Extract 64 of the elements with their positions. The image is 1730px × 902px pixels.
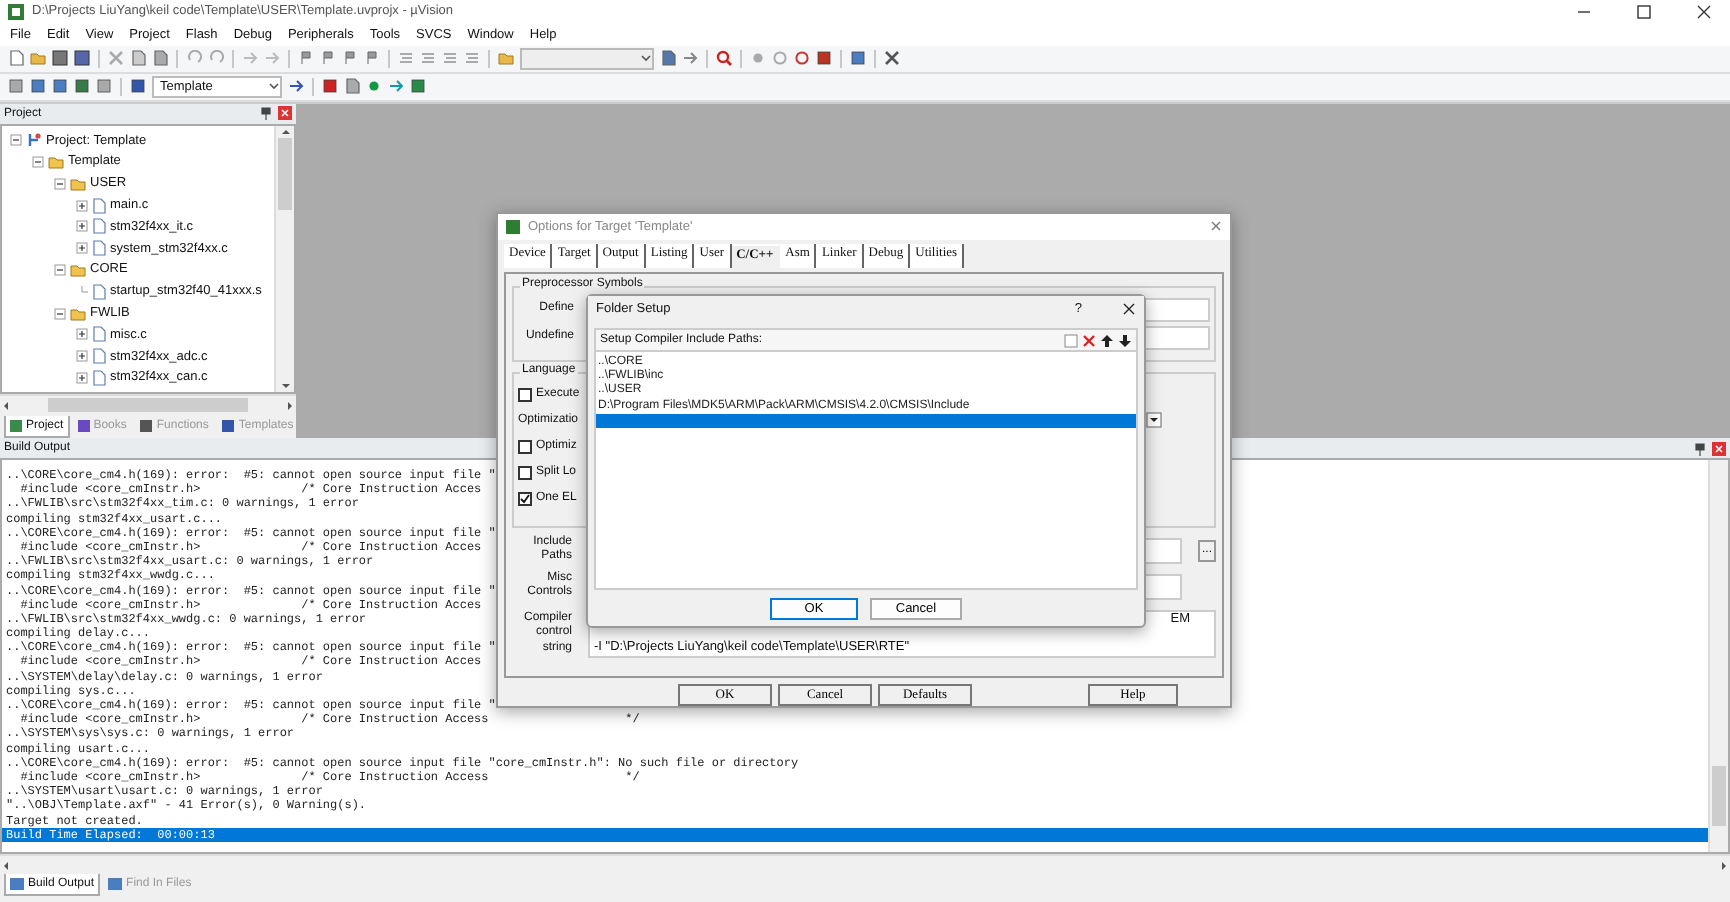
scroll-left-icon[interactable] [0, 399, 12, 412]
expand-icon[interactable] [76, 328, 88, 341]
bookmark-icon[interactable] [342, 50, 358, 67]
checkbox[interactable] [518, 387, 532, 402]
tab-icon [77, 420, 90, 433]
app-icon [506, 219, 520, 234]
expand-icon[interactable] [76, 371, 88, 384]
checkbox[interactable] [518, 465, 532, 480]
close-icon[interactable] [1696, 3, 1712, 20]
scroll-up-icon[interactable] [279, 125, 291, 138]
pin-icon[interactable] [1694, 441, 1706, 456]
collapse-icon[interactable] [54, 177, 66, 190]
paste-icon[interactable] [152, 50, 168, 67]
move-up-icon[interactable] [1100, 333, 1114, 347]
vertical-scrollbar[interactable] [274, 125, 294, 393]
bookmark-icon[interactable] [364, 50, 380, 67]
tab-icon [10, 420, 22, 433]
folder-icon[interactable] [498, 50, 514, 67]
maximize-icon[interactable] [1636, 3, 1652, 20]
checkbox[interactable] [518, 491, 532, 506]
scrollbar-thumb[interactable] [48, 398, 248, 413]
expand-icon[interactable] [76, 199, 88, 212]
tab-icon [108, 878, 123, 891]
tab-icon [10, 878, 24, 891]
blank-page-icon[interactable] [8, 50, 24, 67]
tree-connector-line [76, 285, 88, 298]
scroll-right-icon[interactable] [1718, 859, 1730, 872]
scroll-down-icon[interactable] [279, 380, 291, 393]
delete-icon[interactable] [1082, 333, 1096, 347]
combo-field[interactable] [520, 47, 654, 70]
expand-icon[interactable] [76, 242, 88, 255]
checkbox[interactable] [518, 439, 532, 454]
vertical-scrollbar[interactable] [1708, 460, 1728, 853]
pin-icon[interactable] [260, 106, 272, 121]
collapse-icon[interactable] [10, 134, 22, 147]
magnifier-icon[interactable] [716, 50, 732, 67]
project-icon [26, 132, 42, 149]
horizontal-scrollbar[interactable] [0, 854, 1730, 875]
collapse-icon[interactable] [32, 155, 44, 168]
folder-icon [70, 261, 86, 278]
scroll-right-icon[interactable] [284, 399, 296, 412]
bookmark-icon[interactable] [320, 50, 336, 67]
caret-icon [640, 52, 652, 65]
tab-icon [140, 420, 153, 433]
scroll-left-icon[interactable] [0, 859, 12, 872]
move-down-icon[interactable] [1118, 333, 1132, 347]
file-icon [92, 283, 106, 300]
collapse-icon[interactable] [54, 263, 66, 276]
horizontal-scrollbar[interactable] [0, 394, 296, 415]
expand-icon[interactable] [76, 350, 88, 363]
expand-icon[interactable] [76, 220, 88, 233]
folder-icon [70, 305, 86, 322]
collapse-icon[interactable] [54, 307, 66, 320]
pages-icon[interactable] [344, 78, 360, 95]
close-icon[interactable] [1122, 302, 1136, 316]
scrollbar-thumb[interactable] [1712, 766, 1726, 827]
path-item[interactable] [596, 413, 1136, 428]
dropdown-icon[interactable] [1146, 412, 1162, 429]
tab-icon [222, 420, 235, 433]
arrow-icon[interactable] [388, 78, 404, 95]
caret-icon [268, 80, 280, 93]
bookmark-icon[interactable] [298, 50, 314, 67]
pointer-icon[interactable] [682, 50, 698, 67]
scrollbar-thumb[interactable] [278, 137, 292, 210]
